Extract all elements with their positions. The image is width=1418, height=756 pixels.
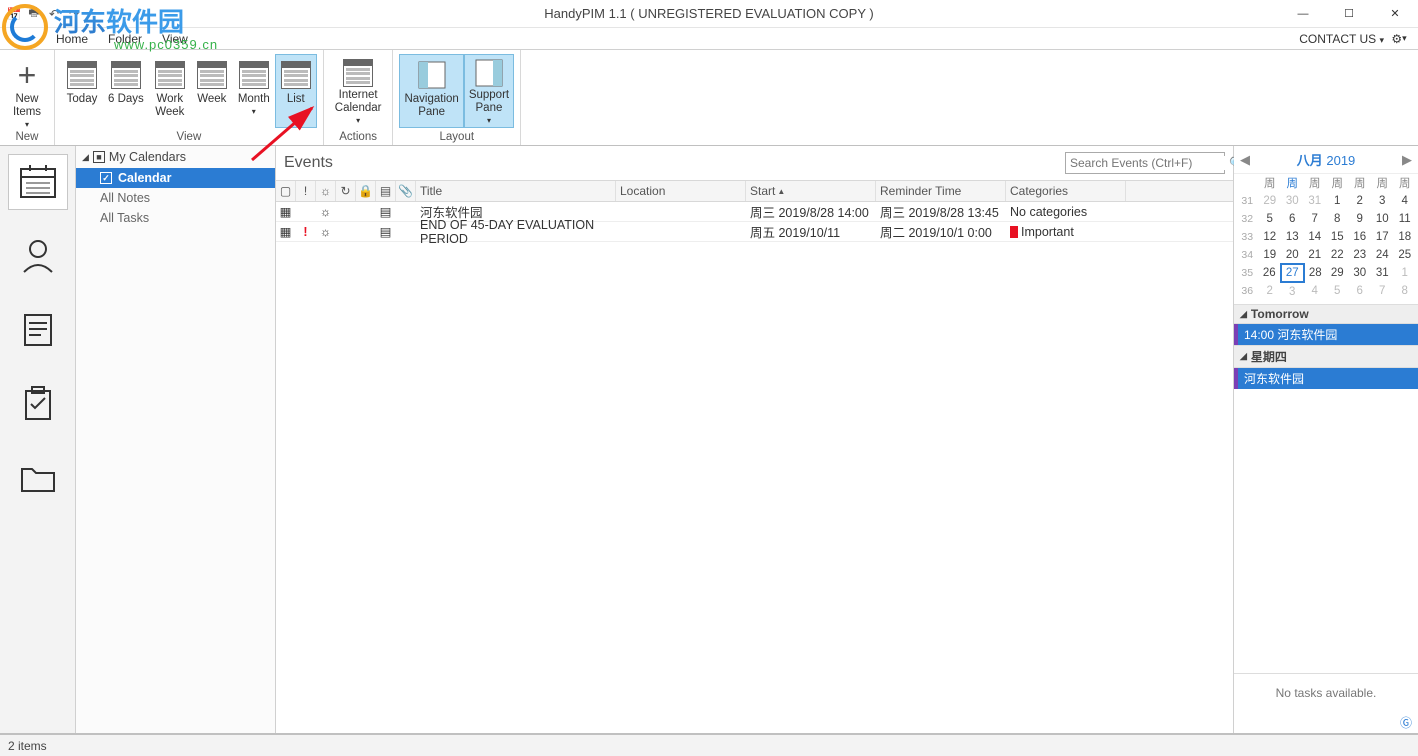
titlebar: 📅 🖶 ↶ ↷ HandyPIM 1.1 ( UNREGISTERED EVAL… bbox=[0, 0, 1418, 28]
col-note-icon[interactable]: ▤ bbox=[376, 181, 396, 201]
menu-view[interactable]: View bbox=[152, 30, 198, 48]
agenda-header-thursday[interactable]: ◢星期四 bbox=[1234, 345, 1418, 368]
ribbon: + New Items▾ New Today 6 Days Work Week … bbox=[0, 50, 1418, 146]
gear-icon[interactable]: ⚙▾ bbox=[1390, 30, 1408, 48]
menu-bar: Home Folder View CONTACT US ▾ ⚙▾ bbox=[0, 28, 1418, 50]
nav-item-calendar[interactable]: ✓ Calendar bbox=[76, 168, 275, 188]
column-headers: ▢ ! ☼ ↻ 🔒 ▤ 📎 Title Location Start ▲ Rem… bbox=[276, 180, 1233, 202]
menu-home[interactable]: Home bbox=[46, 30, 98, 48]
tasks-icon bbox=[19, 384, 57, 424]
minimize-button[interactable]: — bbox=[1280, 0, 1326, 28]
event-icon: ▦ bbox=[276, 222, 296, 241]
nav-item-all-notes[interactable]: All Notes bbox=[76, 188, 275, 208]
app-icon: 📅 bbox=[6, 6, 22, 22]
ribbon-group-layout: Navigation Pane Support Pane▾ Layout bbox=[393, 50, 521, 145]
month-button[interactable]: Month▾ bbox=[233, 54, 275, 128]
col-recurrence-icon[interactable]: ↻ bbox=[336, 181, 356, 201]
window-title: HandyPIM 1.1 ( UNREGISTERED EVALUATION C… bbox=[544, 6, 873, 21]
events-title: Events bbox=[284, 154, 1065, 172]
item-count: 2 items bbox=[8, 739, 47, 753]
agenda-item[interactable]: 14:00 河东软件园 bbox=[1234, 324, 1418, 345]
person-icon bbox=[18, 236, 58, 276]
work-week-button[interactable]: Work Week bbox=[149, 54, 191, 128]
col-attachment-icon[interactable]: 📎 bbox=[396, 181, 416, 201]
priority-high-icon: ! bbox=[296, 222, 316, 241]
event-icon: ▦ bbox=[276, 202, 296, 221]
mini-calendar[interactable]: 周周周周周周周312930311234325678910113312131415… bbox=[1234, 174, 1418, 304]
menu-folder[interactable]: Folder bbox=[98, 30, 152, 48]
col-reminder[interactable]: Reminder Time bbox=[876, 181, 1006, 201]
list-button[interactable]: List bbox=[275, 54, 317, 128]
no-tasks-label: No tasks available. bbox=[1234, 673, 1418, 712]
col-title[interactable]: Title bbox=[416, 181, 616, 201]
important-flag-icon bbox=[1010, 226, 1018, 238]
plus-icon: + bbox=[11, 59, 43, 91]
internet-calendar-button[interactable]: Internet Calendar▾ bbox=[330, 54, 387, 128]
contact-us-link[interactable]: CONTACT US ▾ bbox=[1299, 32, 1384, 46]
module-tasks[interactable] bbox=[8, 376, 68, 432]
sort-asc-icon: ▲ bbox=[777, 187, 785, 196]
table-row[interactable]: ▦ ! ☼ ▤ END OF 45-DAY EVALUATION PERIOD … bbox=[276, 222, 1233, 242]
bell-icon: ☼ bbox=[316, 222, 336, 241]
navigation-pane-button[interactable]: Navigation Pane bbox=[399, 54, 463, 128]
col-reminder-icon[interactable]: ☼ bbox=[316, 181, 336, 201]
support-pane-button[interactable]: Support Pane▾ bbox=[464, 54, 514, 128]
checkmark-icon: ✓ bbox=[100, 172, 112, 184]
agenda-header-tomorrow[interactable]: ◢Tomorrow bbox=[1234, 304, 1418, 324]
col-type-icon[interactable]: ▢ bbox=[276, 181, 296, 201]
checkbox-icon[interactable]: ■ bbox=[93, 151, 105, 163]
bell-icon: ☼ bbox=[316, 202, 336, 221]
today-button[interactable]: Today bbox=[61, 54, 103, 128]
six-days-button[interactable]: 6 Days bbox=[103, 54, 149, 128]
status-bar: 2 items bbox=[0, 734, 1418, 756]
undo-icon[interactable]: ↶ bbox=[46, 6, 62, 22]
module-strip bbox=[0, 146, 76, 733]
close-button[interactable]: ✕ bbox=[1372, 0, 1418, 28]
calendar-icon bbox=[18, 163, 58, 201]
col-priority-icon[interactable]: ! bbox=[296, 181, 316, 201]
module-calendar[interactable] bbox=[8, 154, 68, 210]
note-icon: ▤ bbox=[376, 202, 396, 221]
module-folders[interactable] bbox=[8, 450, 68, 506]
nav-header[interactable]: ◢ ■ My Calendars bbox=[76, 146, 275, 168]
new-items-button[interactable]: + New Items▾ bbox=[6, 54, 48, 128]
search-field[interactable] bbox=[1070, 156, 1225, 170]
col-lock-icon[interactable]: 🔒 bbox=[356, 181, 376, 201]
ribbon-group-new: + New Items▾ New bbox=[0, 50, 55, 145]
next-month-icon[interactable]: ▶ bbox=[1400, 152, 1414, 168]
save-icon[interactable]: 🖶 bbox=[26, 6, 42, 22]
prev-month-icon[interactable]: ◀ bbox=[1238, 152, 1252, 168]
agenda-item[interactable]: 河东软件园 bbox=[1234, 368, 1418, 389]
ribbon-group-view: Today 6 Days Work Week Week Month▾ List … bbox=[55, 50, 324, 145]
events-pane: Events 🔍 ▢ ! ☼ ↻ 🔒 ▤ 📎 Title Location St… bbox=[276, 146, 1234, 733]
col-categories[interactable]: Categories bbox=[1006, 181, 1126, 201]
ime-icon[interactable]: Ⓖ bbox=[1234, 712, 1418, 733]
note-icon: ▤ bbox=[376, 222, 396, 241]
col-location[interactable]: Location bbox=[616, 181, 746, 201]
search-input[interactable]: 🔍 bbox=[1065, 152, 1225, 174]
ribbon-group-actions: Internet Calendar▾ Actions bbox=[324, 50, 394, 145]
collapse-icon: ◢ bbox=[82, 152, 89, 163]
col-start[interactable]: Start ▲ bbox=[746, 181, 876, 201]
nav-item-all-tasks[interactable]: All Tasks bbox=[76, 208, 275, 228]
week-button[interactable]: Week bbox=[191, 54, 233, 128]
module-notes[interactable] bbox=[8, 302, 68, 358]
maximize-button[interactable]: ☐ bbox=[1326, 0, 1372, 28]
notes-icon bbox=[19, 311, 57, 349]
navigation-pane: ◢ ■ My Calendars ✓ Calendar All Notes Al… bbox=[76, 146, 276, 733]
support-pane: ◀ 八月 2019 ▶ 周周周周周周周312930311234325678910… bbox=[1234, 146, 1418, 733]
redo-icon[interactable]: ↷ bbox=[66, 6, 82, 22]
folder-icon bbox=[18, 461, 58, 495]
module-contacts[interactable] bbox=[8, 228, 68, 284]
mini-calendar-header: ◀ 八月 2019 ▶ bbox=[1234, 146, 1418, 174]
